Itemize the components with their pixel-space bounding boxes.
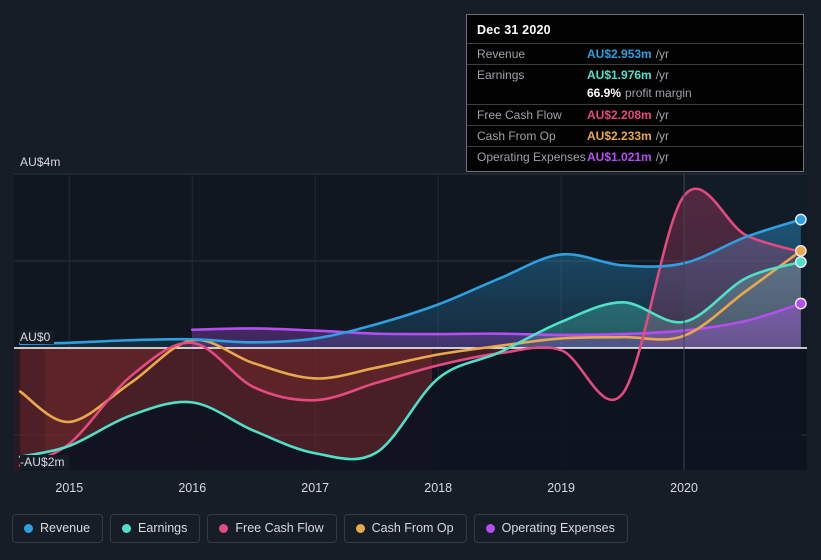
tooltip-label-profit-margin: profit margin xyxy=(625,86,692,100)
x-axis-label-2016: 2016 xyxy=(178,481,207,495)
financial-chart: AU$4m AU$0 -AU$2m 2015 2016 2017 2018 2019 20… xyxy=(0,0,821,560)
legend-item-revenue[interactable]: Revenue xyxy=(12,514,104,543)
legend-color-dot xyxy=(355,524,365,533)
x-axis-label-2018: 2018 xyxy=(424,481,453,495)
y-axis-label-0: AU$0 xyxy=(20,330,55,344)
tooltip-label-operating-expenses: Operating Expenses xyxy=(477,150,586,164)
chart-legend: Revenue Earnings Free Cash Flow Cash From O… xyxy=(12,514,628,543)
tooltip-row-free-cash-flow: Free Cash Flow AU$2.208m /yr xyxy=(467,104,803,125)
tooltip-unit-earnings: /yr xyxy=(655,68,670,82)
x-axis-label-2017: 2017 xyxy=(301,481,330,495)
tooltip-date: Dec 31 2020 xyxy=(477,23,551,37)
legend-color-dot xyxy=(219,524,229,533)
data-tooltip: Dec 31 2020 Revenue AU$2.953m /yr Earnin… xyxy=(466,14,804,172)
tooltip-value-operating-expenses: AU$1.021m xyxy=(587,150,652,164)
tooltip-value-free-cash-flow: AU$2.208m xyxy=(587,108,652,122)
tooltip-row-earnings: Earnings AU$1.976m /yr xyxy=(467,64,803,85)
legend-item-cash-from-op[interactable]: Cash From Op xyxy=(343,514,467,543)
tooltip-row-revenue: Revenue AU$2.953m /yr xyxy=(467,43,803,64)
legend-label: Operating Expenses xyxy=(501,521,615,535)
legend-item-earnings[interactable]: Earnings xyxy=(110,514,201,543)
tooltip-label-free-cash-flow: Free Cash Flow xyxy=(477,108,562,122)
tooltip-value-cash-from-op: AU$2.233m xyxy=(587,129,652,143)
tooltip-unit-revenue: /yr xyxy=(655,47,670,61)
legend-color-dot xyxy=(122,524,132,533)
legend-label: Earnings xyxy=(138,521,188,535)
tooltip-value-profit-margin: 66.9% xyxy=(587,86,622,100)
x-axis-label-2020: 2020 xyxy=(670,481,698,495)
legend-label: Free Cash Flow xyxy=(235,521,324,535)
legend-color-dot xyxy=(24,524,33,533)
x-axis-label-2019: 2019 xyxy=(547,481,575,495)
y-axis-label-4m: AU$4m xyxy=(20,155,65,169)
tooltip-unit-cash-from-op: /yr xyxy=(655,129,670,143)
tooltip-row-profit-margin: 66.9% profit margin xyxy=(467,85,803,104)
tooltip-row-cash-from-op: Cash From Op AU$2.233m /yr xyxy=(467,125,803,146)
legend-label: Cash From Op xyxy=(371,521,454,535)
tooltip-label-earnings: Earnings xyxy=(477,68,525,82)
tooltip-value-earnings: AU$1.976m xyxy=(587,68,652,82)
legend-color-dot xyxy=(485,524,495,533)
tooltip-label-cash-from-op: Cash From Op xyxy=(477,129,556,143)
tooltip-label-revenue: Revenue xyxy=(477,47,526,61)
legend-item-free-cash-flow[interactable]: Free Cash Flow xyxy=(207,514,337,543)
x-axis-label-2015: 2015 xyxy=(55,481,84,495)
tooltip-unit-operating-expenses: /yr xyxy=(655,150,670,164)
legend-label: Revenue xyxy=(40,521,91,535)
legend-item-operating-expenses[interactable]: Operating Expenses xyxy=(473,514,628,543)
tooltip-unit-free-cash-flow: /yr xyxy=(655,108,670,122)
tooltip-value-revenue: AU$2.953m xyxy=(587,47,652,61)
tooltip-row-operating-expenses: Operating Expenses AU$1.021m /yr xyxy=(467,146,803,167)
y-axis-label-neg2m: -AU$2m xyxy=(20,455,69,469)
